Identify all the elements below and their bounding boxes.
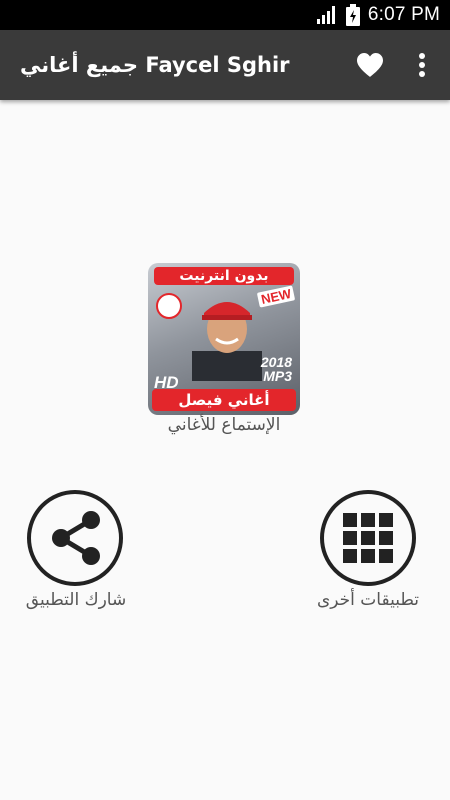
year-mp3-badge: 2018 MP3 (261, 355, 292, 383)
singer-photo (192, 302, 262, 381)
listen-songs-button[interactable]: بدون انترنيت NEW HD 2018 MP3 أغاني فيصل … (148, 263, 300, 415)
share-app-button[interactable] (27, 490, 123, 586)
signal-icon (316, 6, 335, 24)
status-bar: 6:07 PM (0, 0, 450, 30)
share-icon (52, 511, 100, 565)
cover-bottom-banner: أغاني فيصل الصغير (152, 389, 296, 415)
mp3-badge: MP3 (263, 368, 292, 384)
club-logo-icon (156, 293, 182, 319)
more-vert-icon[interactable] (414, 51, 430, 79)
listen-songs-label[interactable]: الإستماع للأغاني (100, 415, 348, 435)
more-apps-button[interactable] (320, 490, 416, 586)
apps-grid-icon (343, 513, 393, 563)
battery-charging-icon (345, 4, 360, 26)
cover-top-banner: بدون انترنيت (154, 267, 294, 285)
new-badge: NEW (256, 285, 296, 308)
share-app-label[interactable]: شارك التطبيق (0, 590, 156, 610)
year-badge: 2018 (260, 354, 292, 370)
app-title: جميع أغاني Faycel Sghir (20, 53, 290, 77)
status-time: 6:07 PM (367, 4, 440, 25)
heart-icon[interactable] (356, 52, 384, 78)
more-apps-label[interactable]: تطبيقات أخرى (288, 590, 448, 610)
